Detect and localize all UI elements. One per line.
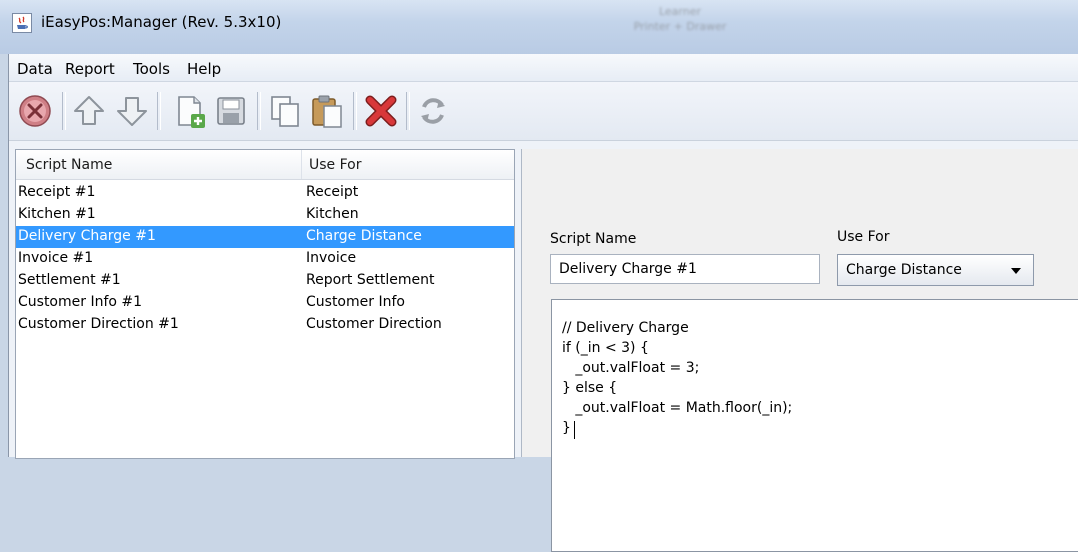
row-script-name: Invoice #1 — [18, 250, 94, 266]
row-script-name: Customer Info #1 — [18, 294, 143, 310]
code-line: } — [562, 420, 571, 436]
row-use-for: Report Settlement — [306, 272, 435, 288]
copy-icon — [271, 96, 299, 127]
list-row[interactable]: Invoice #1 Invoice — [16, 248, 514, 270]
row-script-name: Receipt #1 — [18, 184, 96, 200]
menu-data[interactable]: Data — [17, 60, 53, 78]
menu-tools[interactable]: Tools — [133, 60, 170, 78]
row-use-for: Invoice — [306, 250, 357, 266]
toolbar-separator — [157, 92, 161, 130]
row-use-for: Receipt — [306, 184, 359, 200]
save-icon — [217, 97, 245, 125]
column-divider[interactable] — [301, 150, 302, 179]
row-script-name: Kitchen #1 — [18, 206, 96, 222]
list-row[interactable]: Kitchen #1 Kitchen — [16, 204, 514, 226]
toolbar-separator — [257, 92, 261, 130]
script-name-label: Script Name — [550, 231, 637, 247]
app-window: Data Report Tools Help Script Name Use F… — [8, 54, 1078, 552]
paste-icon — [312, 95, 342, 128]
row-script-name: Customer Direction #1 — [18, 316, 179, 332]
copy-button[interactable] — [265, 91, 305, 131]
code-line: } else { — [562, 380, 618, 396]
list-rows: Receipt #1 Receipt Kitchen #1 Kitchen De… — [16, 182, 514, 336]
script-code-editor[interactable]: // Delivery Charge if (_in < 3) { _out.v… — [551, 299, 1078, 552]
delete-button[interactable] — [361, 91, 401, 131]
text-caret — [574, 421, 575, 439]
toolbar — [9, 82, 1078, 141]
move-down-button[interactable] — [112, 91, 152, 131]
row-use-for: Charge Distance — [306, 228, 422, 244]
background-text-line: Learner — [658, 5, 702, 18]
column-header-script-name[interactable]: Script Name — [26, 157, 112, 173]
up-arrow-icon — [74, 96, 104, 125]
down-arrow-icon — [117, 97, 147, 126]
menu-report[interactable]: Report — [65, 60, 115, 78]
list-row[interactable]: Receipt #1 Receipt — [16, 182, 514, 204]
row-use-for: Customer Direction — [306, 316, 442, 332]
toolbar-separator — [353, 92, 357, 130]
java-app-icon — [12, 13, 32, 33]
move-up-button[interactable] — [69, 91, 109, 131]
list-row[interactable]: Settlement #1 Report Settlement — [16, 270, 514, 292]
background-text-line: Printer + Drawer — [633, 20, 727, 33]
row-script-name: Settlement #1 — [18, 272, 121, 288]
chevron-down-icon — [1011, 268, 1021, 274]
close-button[interactable] — [15, 91, 55, 131]
use-for-dropdown[interactable]: Charge Distance — [837, 254, 1034, 286]
row-script-name: Delivery Charge #1 — [18, 228, 156, 244]
new-script-button[interactable] — [169, 91, 209, 131]
window-title: iEasyPos:Manager (Rev. 5.3x10) — [41, 13, 282, 31]
script-name-input[interactable] — [550, 254, 820, 284]
list-row[interactable]: Customer Direction #1 Customer Direction — [16, 314, 514, 336]
use-for-selected-value: Charge Distance — [846, 262, 962, 278]
title-bar[interactable]: iEasyPos:Manager (Rev. 5.3x10) Learner P… — [0, 0, 1078, 54]
save-button[interactable] — [211, 91, 251, 131]
background-window-text: Learner Printer + Drawer — [590, 4, 770, 44]
code-line: _out.valFloat = 3; — [562, 360, 700, 376]
refresh-icon — [421, 98, 445, 124]
toolbar-separator — [62, 92, 66, 130]
code-line: // Delivery Charge — [562, 320, 689, 336]
toolbar-separator — [406, 92, 410, 130]
list-header: Script Name Use For — [16, 150, 514, 180]
list-row-selected[interactable]: Delivery Charge #1 Charge Distance — [16, 226, 514, 248]
paste-button[interactable] — [307, 91, 347, 131]
close-icon — [19, 95, 51, 127]
script-list[interactable]: Script Name Use For Receipt #1 Receipt K… — [15, 149, 515, 459]
row-use-for: Customer Info — [306, 294, 405, 310]
list-row[interactable]: Customer Info #1 Customer Info — [16, 292, 514, 314]
code-line: _out.valFloat = Math.floor(_in); — [562, 400, 793, 416]
script-detail-panel: Script Name Use For Charge Distance // D… — [521, 149, 1078, 552]
menu-bar: Data Report Tools Help — [9, 54, 1078, 82]
refresh-button[interactable] — [413, 91, 453, 131]
menu-help[interactable]: Help — [187, 60, 221, 78]
column-header-use-for[interactable]: Use For — [309, 157, 361, 173]
new-document-icon — [178, 96, 205, 128]
code-line: if (_in < 3) { — [562, 340, 649, 356]
use-for-label: Use For — [837, 229, 890, 245]
delete-icon — [365, 95, 397, 127]
row-use-for: Kitchen — [306, 206, 359, 222]
